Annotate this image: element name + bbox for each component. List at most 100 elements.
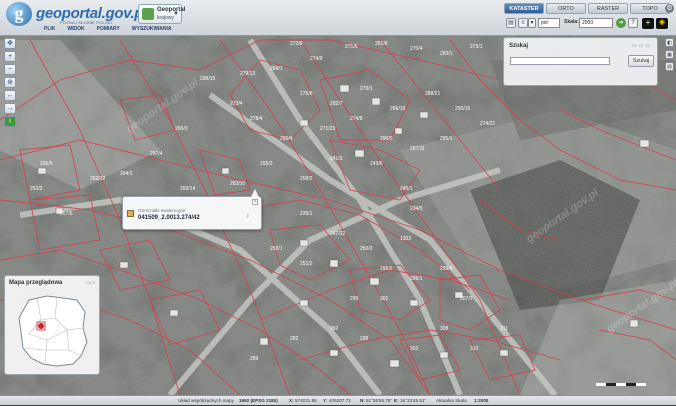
zoom-in-icon[interactable]: + (4, 51, 16, 62)
parcel-number-label: 290/5 (380, 136, 393, 142)
parcel-number-label: 266/4 (280, 136, 293, 142)
parcel-number-label: 310 (470, 346, 479, 352)
parcel-number-label: 274/21 (480, 121, 496, 127)
parcel-number-label: 299 (350, 296, 359, 302)
tab-kataster[interactable]: KATASTER (504, 3, 544, 14)
overview-map-panel: Mapa przeglądowa ▭▭ (4, 275, 100, 375)
parcel-number-label: 271/23 (320, 126, 336, 132)
search-button[interactable]: Szukaj (628, 55, 654, 67)
search-panel: Szukaj ▭▭▭ Szukaj (503, 37, 658, 86)
parcel-number-label: 273/1 (470, 44, 483, 50)
unit-select[interactable]: pol (538, 18, 560, 28)
zoom-out-icon[interactable]: − (4, 64, 16, 75)
parcel-number-label: 284/1 (270, 66, 283, 72)
parcel-number-label: 270/4 (410, 46, 423, 52)
parcel-number-label: 282 (290, 336, 299, 342)
info-icon[interactable]: i (4, 116, 16, 127)
parcel-number-label: 243/6 (370, 161, 383, 167)
parcel-number-label: 308 (440, 326, 449, 332)
parcel-number-label: 250/2 (360, 246, 373, 252)
tab-topo[interactable]: TOPO (630, 3, 670, 14)
parcel-number-label: 251/2 (300, 261, 313, 267)
parcel-number-label: 301 (380, 296, 389, 302)
parcel-number-label: 290/15 (455, 106, 471, 112)
parcel-number-label: 264/3 (120, 171, 133, 177)
panel-window-icons[interactable]: ▭▭▭ (632, 43, 652, 49)
parcel-info-popup: × GD-Działki ewidencyjne 041509_2.0013.2… (122, 189, 262, 230)
eye-icon[interactable]: ◉ (656, 18, 668, 29)
parcel-number-label: 281/6 (375, 41, 388, 47)
parcel-number-label: 272/8 (290, 41, 303, 47)
parcel-number-label: 257/6 (60, 211, 73, 217)
map-tabs: KATASTER ORTO RASTER TOPO (504, 3, 670, 14)
parcel-number-label: 239/1 (300, 211, 313, 217)
parcel-id[interactable]: 041509_2.0013.274/42 (138, 215, 200, 221)
parcel-layer-icon (127, 210, 134, 217)
geoportal-badge-icon (142, 8, 154, 20)
parcel-number-label: 279/13 (240, 71, 256, 77)
parcel-number-label: 273/4 (230, 101, 243, 107)
parcel-number-label: 298/10 (200, 76, 216, 82)
menu-item-plik[interactable]: PLIK (44, 26, 55, 32)
chevron-right-icon[interactable]: › (246, 211, 249, 220)
back-arrow-icon[interactable]: ← (4, 90, 16, 101)
menu-item-pomiary[interactable]: POMIARY (97, 26, 120, 32)
parcel-number-label: 282/7 (330, 101, 343, 107)
main-menu: PLIK WIDOK POMIARY WYSZUKIWANIA (44, 26, 172, 32)
parcel-number-label: 299/4 (440, 266, 453, 272)
zoom-box-icon[interactable]: ⊕ (4, 77, 16, 88)
legend-icon[interactable]: ▤ (665, 62, 674, 71)
navigation-tools: ✥ + − ⊕ ← → i (4, 38, 18, 127)
parcel-number-label: 279/1 (360, 86, 373, 92)
tab-raster[interactable]: RASTER (588, 3, 628, 14)
close-icon[interactable]: × (252, 199, 258, 205)
parcel-number-label: 285/1 (440, 136, 453, 142)
layers-toggle-icon[interactable]: ▦ (665, 50, 674, 59)
parcel-number-label: 271/6 (345, 44, 358, 50)
help-icon[interactable]: ? (628, 18, 638, 28)
parcel-number-label: 1302 (400, 236, 411, 242)
apply-scale-icon[interactable]: ➜ (616, 18, 626, 28)
service-title: Geoportal (157, 7, 186, 13)
pan-icon[interactable]: ✥ (4, 38, 16, 49)
parcel-number-label: 258/2 (300, 176, 313, 182)
service-subtitle: krajowy (157, 15, 174, 21)
search-panel-title: Szukaj (509, 43, 529, 49)
globe-icon: g (6, 2, 32, 26)
parcel-number-label: 296/1 (410, 276, 423, 282)
menu-item-widok[interactable]: WIDOK (67, 26, 84, 32)
search-input[interactable] (510, 57, 610, 65)
map-toolbar: ▤ ≡ pol ▾ Skala: 2000 ➜ ? + ◉ (504, 17, 676, 31)
plus-icon[interactable]: + (642, 18, 654, 29)
parcel-number-label: 286/19 (390, 106, 406, 112)
parcel-number-label: 278/4 (250, 116, 263, 122)
measure-icon[interactable]: ◧ (665, 38, 674, 47)
status-bar: Układ współrzędnych mapy 1992 (EPSG 2180… (0, 395, 676, 405)
parcel-number-label: 262/12 (90, 176, 106, 182)
gear-icon[interactable]: ⚙ (665, 4, 674, 13)
parcel-number-label: 283/1 (440, 51, 453, 57)
parcel-number-label: 289 (250, 356, 259, 362)
panel-window-icons[interactable]: ▭▭ (86, 280, 95, 286)
layers-icon[interactable]: ≡ (518, 18, 528, 28)
print-icon[interactable]: ▤ (506, 18, 516, 28)
parcel-number-label: 274/9 (310, 56, 323, 62)
scale-input[interactable]: 2000 (579, 18, 613, 28)
forward-arrow-icon[interactable]: → (4, 103, 16, 114)
parcel-number-label: 302 (410, 346, 419, 352)
service-selector[interactable]: Geoportal krajowy ▼ (138, 4, 186, 24)
poland-outline-map[interactable] (17, 294, 89, 370)
parcel-number-label: 247/22 (330, 231, 346, 237)
parcel-number-label: 292/1 (270, 246, 283, 252)
menu-item-wyszukiwania[interactable]: WYSZUKIWANIA (132, 26, 172, 32)
parcel-number-label: 307/3 (460, 296, 473, 302)
parcel-number-label: 259/14 (180, 186, 196, 192)
parcel-number-label: 275/8 (300, 91, 313, 97)
parcel-number-label: 256/5 (40, 161, 53, 167)
chevron-down-icon[interactable]: ▾ (528, 18, 536, 28)
tab-orto[interactable]: ORTO (546, 3, 586, 14)
parcel-number-label: 292 (330, 326, 339, 332)
scale-label: Skala: (564, 19, 579, 25)
popup-pointer (251, 189, 259, 197)
parcel-number-label: 298 (360, 336, 369, 342)
